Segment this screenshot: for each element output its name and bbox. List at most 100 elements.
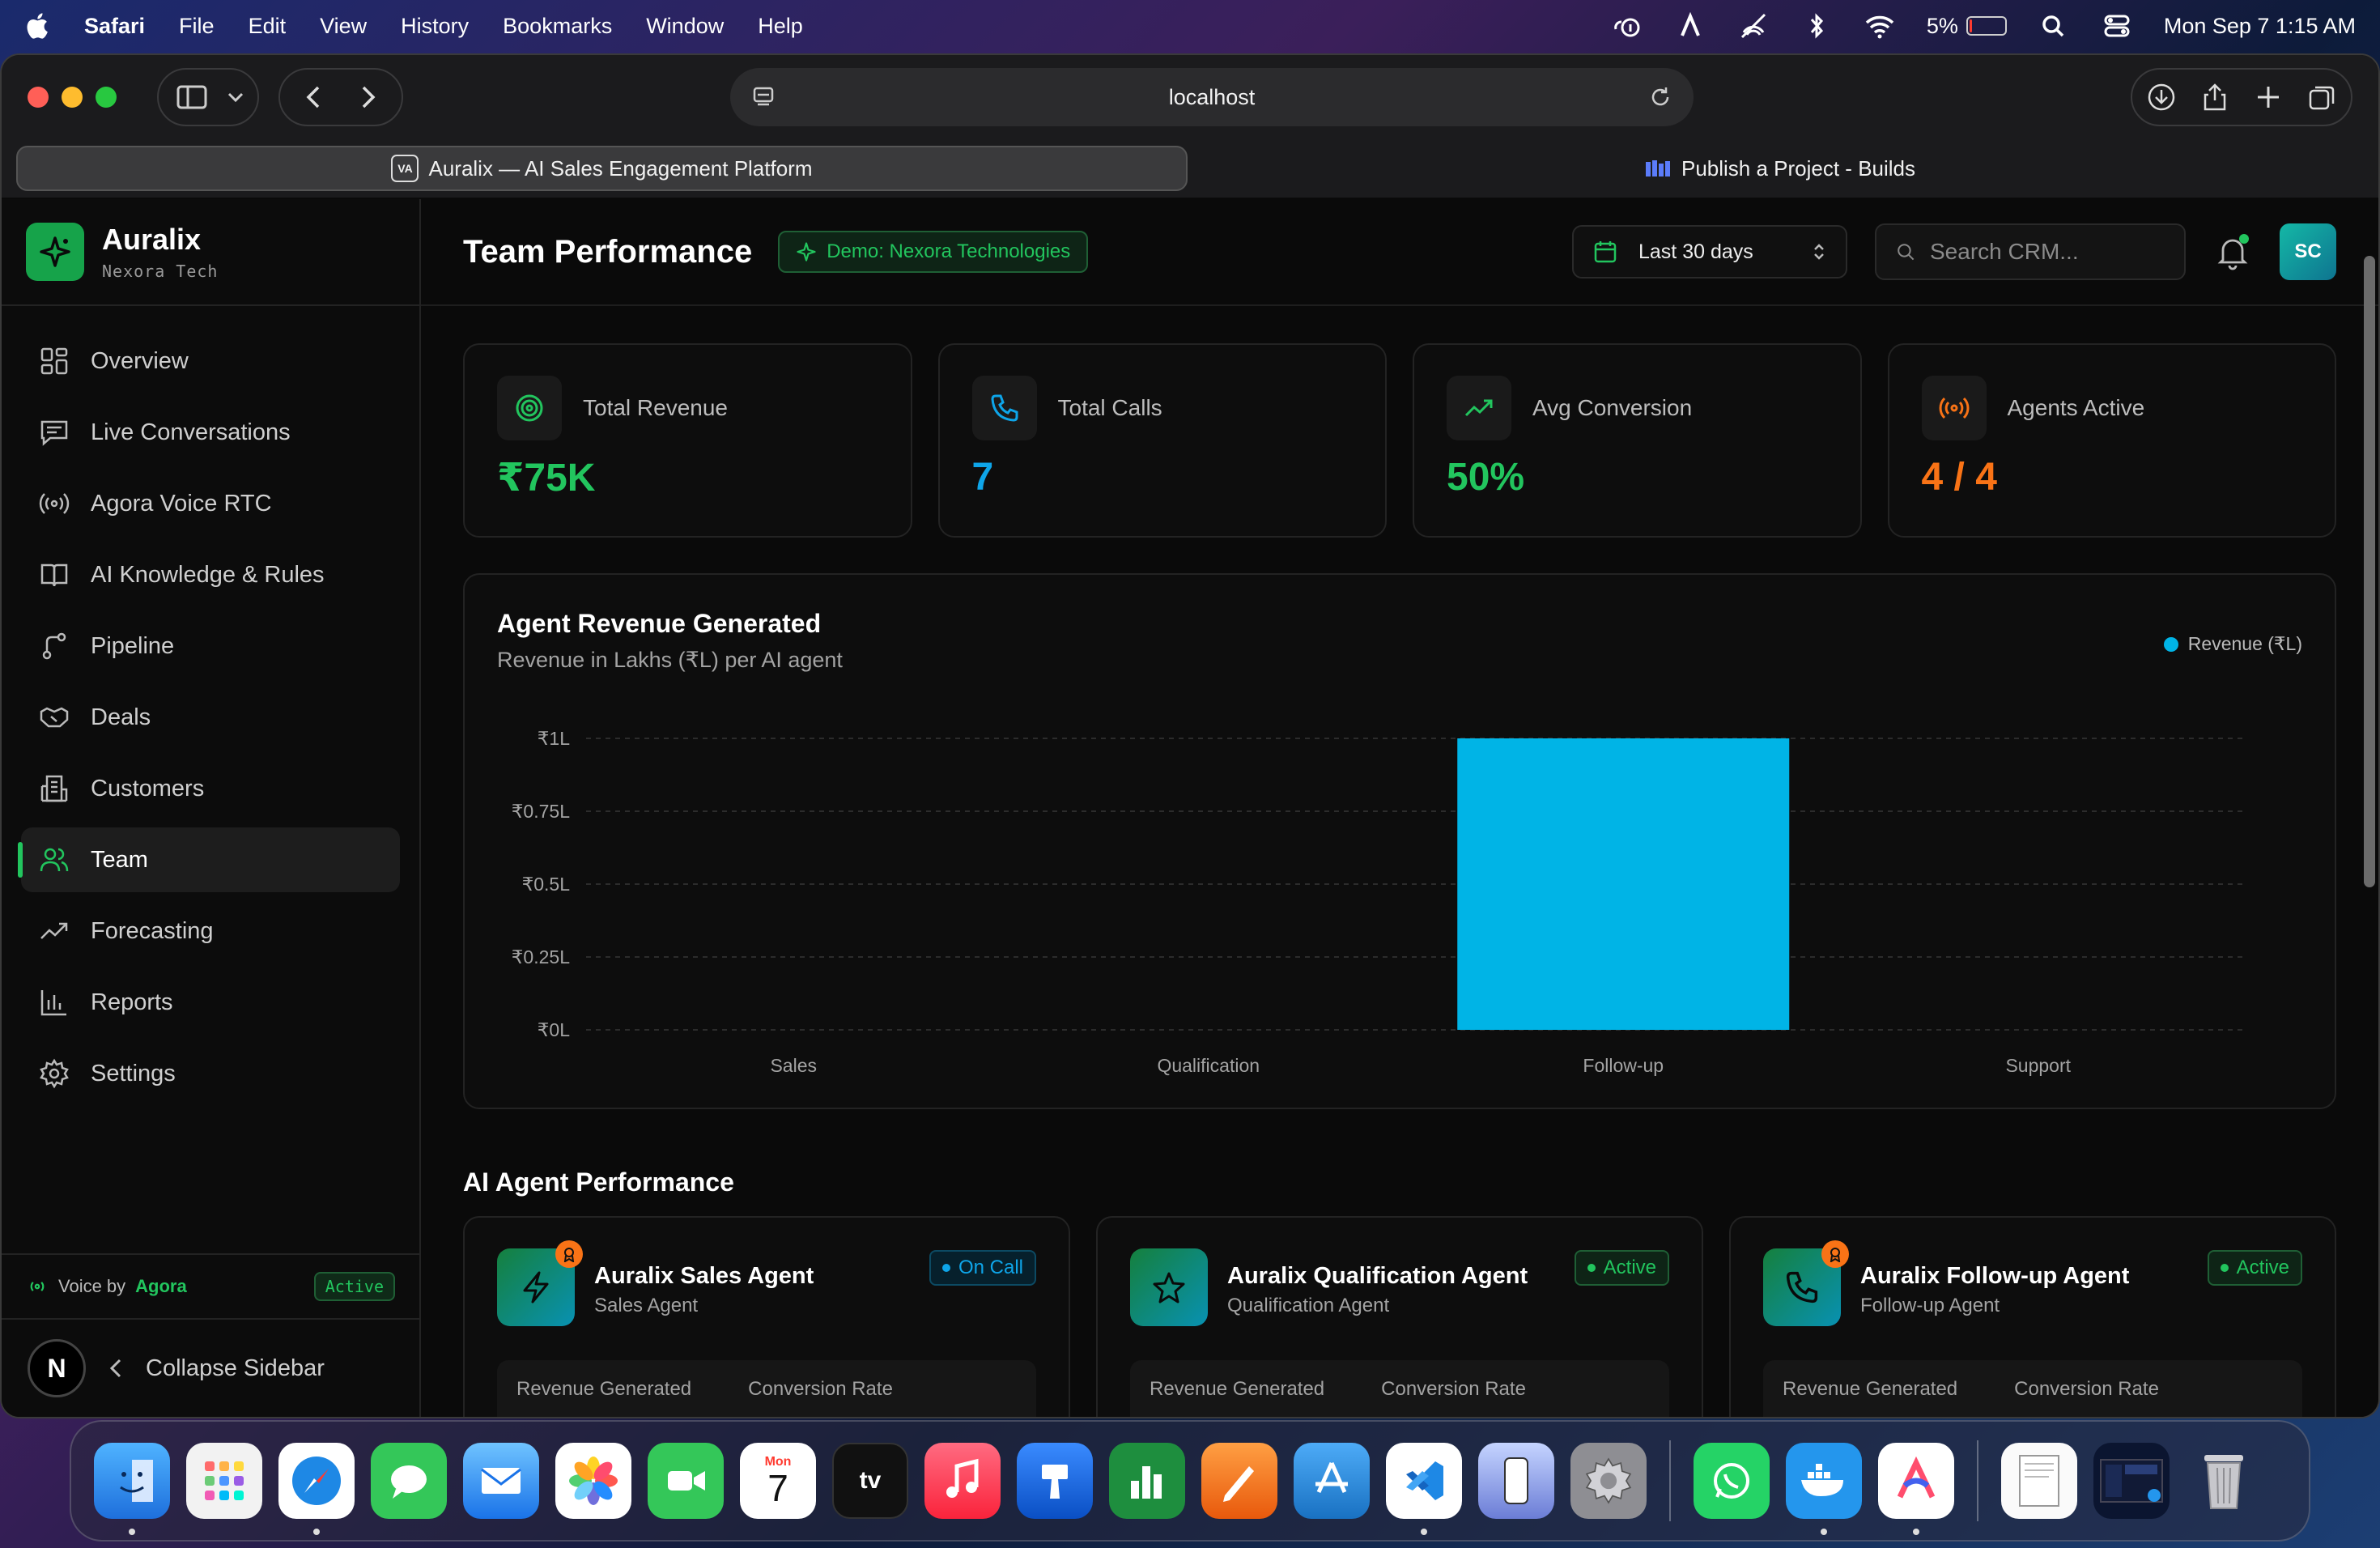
battery-level — [1969, 19, 1972, 32]
dock-document[interactable] — [2001, 1443, 2077, 1519]
medal-icon — [1821, 1240, 1849, 1268]
airdrop-off-icon[interactable] — [1737, 11, 1770, 40]
sidebar-item-agora-voice[interactable]: Agora Voice RTC — [21, 471, 400, 536]
chevron-left-icon[interactable] — [108, 1358, 123, 1379]
battery-indicator[interactable]: 5% — [1927, 14, 2007, 39]
sidebar-item-settings[interactable]: Settings — [21, 1041, 400, 1106]
agent-metrics: Revenue Generated Conversion Rate — [1130, 1360, 1669, 1417]
agent-card-qualification[interactable]: Auralix Qualification Agent Qualificatio… — [1096, 1216, 1703, 1417]
status-badge: On Call — [929, 1250, 1036, 1286]
stat-label: Avg Conversion — [1532, 395, 1693, 420]
notifications-button[interactable] — [2213, 232, 2252, 271]
search-input[interactable] — [1930, 239, 2165, 265]
agent-card-sales[interactable]: Auralix Sales Agent Sales Agent On Call … — [463, 1216, 1070, 1417]
menu-bookmarks[interactable]: Bookmarks — [503, 14, 612, 39]
dock-whatsapp[interactable] — [1694, 1443, 1770, 1519]
page-scrollbar[interactable] — [2364, 256, 2375, 887]
dock-keynote[interactable] — [1017, 1443, 1093, 1519]
cloud-info-icon[interactable] — [1611, 11, 1643, 40]
dock-numbers[interactable] — [1109, 1443, 1185, 1519]
reload-icon[interactable] — [1648, 85, 1672, 109]
dock-docker[interactable] — [1786, 1443, 1862, 1535]
sidebar-item-forecasting[interactable]: Forecasting — [21, 899, 400, 963]
menu-help[interactable]: Help — [758, 14, 803, 39]
dock-safari[interactable] — [278, 1443, 355, 1535]
sidebar-item-reports[interactable]: Reports — [21, 970, 400, 1035]
dock-arc[interactable] — [1878, 1443, 1954, 1535]
dock-facetime[interactable] — [648, 1443, 724, 1519]
forward-button[interactable] — [348, 77, 389, 117]
spotlight-search-icon[interactable] — [2038, 11, 2070, 40]
menu-edit[interactable]: Edit — [249, 14, 287, 39]
dock-tv[interactable]: tv — [832, 1443, 908, 1519]
sidebar-item-pipeline[interactable]: Pipeline — [21, 614, 400, 678]
menu-app-name[interactable]: Safari — [84, 14, 145, 39]
control-center-icon[interactable] — [2101, 11, 2133, 40]
bluetooth-icon[interactable] — [1800, 11, 1833, 40]
agent-card-follow-up[interactable]: Auralix Follow-up Agent Follow-up Agent … — [1729, 1216, 2336, 1417]
dock-app-store[interactable] — [1294, 1443, 1370, 1519]
text-input-icon[interactable] — [1674, 11, 1706, 40]
user-avatar[interactable]: SC — [2280, 223, 2336, 280]
sparkle-icon — [797, 242, 816, 262]
tab-auralix[interactable]: VA Auralix — AI Sales Engagement Platfor… — [16, 146, 1188, 191]
dock-finder[interactable] — [94, 1443, 170, 1535]
agent-metrics: Revenue Generated Conversion Rate — [497, 1360, 1036, 1417]
zoom-window-button[interactable] — [96, 87, 117, 108]
dock-launchpad[interactable] — [186, 1443, 262, 1519]
toolbar-actions — [2131, 68, 2352, 126]
dock-pages[interactable] — [1201, 1443, 1277, 1519]
sidebar-item-deals[interactable]: Deals — [21, 685, 400, 750]
chevron-right-icon — [362, 86, 376, 108]
dock-music[interactable] — [924, 1443, 1001, 1519]
messages-icon — [391, 1465, 427, 1499]
date-range-select[interactable]: Last 30 days — [1572, 225, 1847, 279]
dock-vscode[interactable] — [1386, 1443, 1462, 1535]
status-badge: Active — [2207, 1250, 2302, 1286]
menu-view[interactable]: View — [320, 14, 367, 39]
downloads-icon[interactable] — [2147, 83, 2176, 112]
dock-mail[interactable] — [463, 1443, 539, 1519]
search-box[interactable] — [1875, 223, 2186, 280]
menubar-datetime[interactable]: Mon Sep 7 1:15 AM — [2164, 14, 2356, 39]
sidebar-item-overview[interactable]: Overview — [21, 329, 400, 393]
dock-calendar[interactable]: Mon 7 — [740, 1443, 816, 1519]
menu-file[interactable]: File — [179, 14, 215, 39]
sidebar-item-live-conversations[interactable]: Live Conversations — [21, 400, 400, 465]
back-button[interactable] — [293, 77, 334, 117]
tab-overview-icon[interactable] — [2307, 83, 2336, 112]
minimize-window-button[interactable] — [62, 87, 83, 108]
chevron-down-icon[interactable] — [227, 91, 244, 103]
menu-history[interactable]: History — [401, 14, 469, 39]
dock-screenshot[interactable] — [2093, 1443, 2170, 1519]
sidebar-item-label: AI Knowledge & Rules — [91, 561, 325, 588]
y-tick-label: ₹0.25L — [512, 946, 570, 968]
sparkle-logo-icon — [26, 223, 84, 281]
sidebar-toggle-button[interactable] — [172, 77, 212, 117]
x-tick-label: Sales — [770, 1055, 817, 1076]
brand-header[interactable]: Auralix Nexora Tech — [2, 199, 419, 306]
wifi-icon[interactable] — [1864, 11, 1896, 40]
address-bar[interactable]: localhost — [730, 68, 1694, 126]
share-icon[interactable] — [2200, 83, 2229, 112]
dock-system-settings[interactable] — [1570, 1443, 1647, 1519]
header-actions: Last 30 days SC — [1572, 223, 2336, 280]
page-settings-icon[interactable] — [751, 85, 776, 109]
sidebar-item-customers[interactable]: Customers — [21, 756, 400, 821]
apple-icon[interactable] — [24, 11, 53, 40]
dock-photos[interactable] — [555, 1443, 631, 1519]
stat-card-avg-conversion: Avg Conversion 50% — [1413, 343, 1862, 538]
collapse-sidebar-button[interactable]: Collapse Sidebar — [146, 1355, 325, 1382]
dock-iphone-mirroring[interactable] — [1478, 1443, 1554, 1519]
sidebar-item-team[interactable]: Team — [18, 827, 400, 892]
dock-messages[interactable] — [371, 1443, 447, 1519]
sidebar-item-ai-knowledge[interactable]: AI Knowledge & Rules — [21, 542, 400, 607]
tab-builds[interactable]: Publish a Project - Builds — [1196, 146, 2364, 191]
avatar[interactable]: N — [28, 1339, 86, 1397]
dock-trash[interactable] — [2186, 1443, 2262, 1519]
bolt-icon — [497, 1240, 583, 1326]
close-window-button[interactable] — [28, 87, 49, 108]
new-tab-icon[interactable] — [2254, 83, 2283, 112]
facetime-icon — [668, 1471, 705, 1491]
menu-window[interactable]: Window — [646, 14, 724, 39]
